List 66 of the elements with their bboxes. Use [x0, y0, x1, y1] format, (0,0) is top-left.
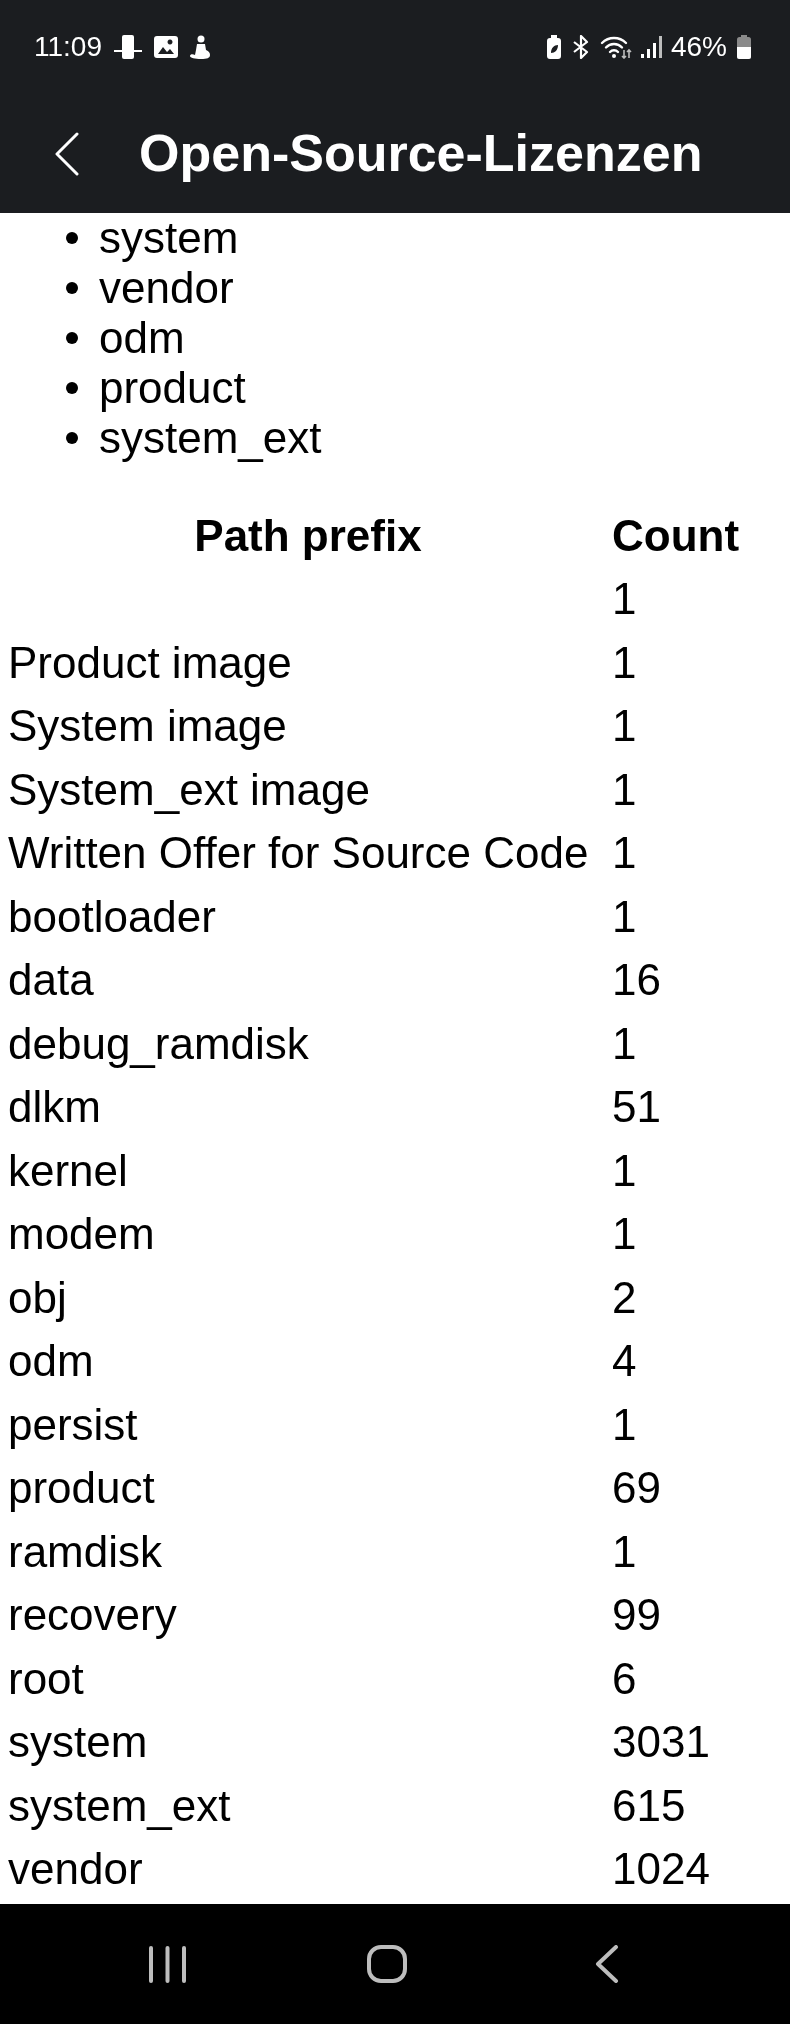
table-cell-text: root: [8, 1653, 85, 1704]
page-title: Open-Source-Lizenzen: [139, 123, 703, 184]
table-cell-text: 1: [612, 1399, 638, 1450]
table-cell-text: 615: [612, 1780, 687, 1831]
battery-percent: 46%: [670, 33, 727, 61]
table-cell-text: 1: [612, 701, 638, 752]
table-cell-text: persist: [8, 1399, 139, 1450]
back-icon[interactable]: [595, 1945, 619, 1983]
person-icon: [190, 35, 210, 59]
table-cell-text: modem: [8, 1209, 156, 1260]
column-header: Path prefix: [193, 510, 423, 561]
table-cell-text: Product image: [8, 637, 293, 688]
table-cell-text: recovery: [8, 1590, 178, 1641]
table-cell-text: product: [8, 1463, 156, 1514]
table-cell-text: system: [8, 1717, 149, 1768]
table-cell-text: odm: [8, 1336, 95, 1387]
bullet-icon: [66, 332, 78, 344]
list-item: product: [99, 363, 246, 413]
table-cell-text: 99: [612, 1590, 662, 1641]
wifi-icon: [599, 35, 632, 59]
phone-icon: [114, 34, 142, 60]
table-cell-text: 1: [612, 1145, 638, 1196]
table-cell-text: 1: [612, 764, 638, 815]
table-cell-text: dlkm: [8, 1082, 102, 1133]
table-cell-text: 1: [612, 574, 638, 625]
bullet-icon: [66, 432, 78, 444]
signal-icon: [640, 36, 662, 58]
list-item: system: [99, 213, 239, 263]
table-cell-text: 6: [612, 1653, 638, 1704]
status-time: 11:09: [34, 33, 102, 61]
table-cell-text: 3031: [612, 1717, 711, 1768]
table-cell-text: kernel: [8, 1145, 129, 1196]
table-cell-text: ramdisk: [8, 1526, 164, 1577]
column-header: Count: [612, 510, 740, 561]
bullet-icon: [66, 382, 78, 394]
table-cell-text: System_ext image: [8, 764, 371, 815]
table-cell-text: System image: [8, 701, 288, 752]
bullet-icon: [66, 232, 78, 244]
table-cell-text: obj: [8, 1272, 68, 1323]
table-cell-text: 69: [612, 1463, 662, 1514]
table-cell-text: 1: [612, 828, 638, 879]
list-item: odm: [99, 313, 185, 363]
table-cell-text: Written Offer for Source Code: [8, 828, 590, 879]
list-item: system_ext: [99, 413, 322, 463]
bullet-icon: [66, 282, 78, 294]
table-cell-text: 1: [612, 1209, 638, 1260]
home-icon[interactable]: [367, 1945, 407, 1983]
table-cell-text: 2: [612, 1272, 638, 1323]
recent-apps-icon[interactable]: [148, 1945, 186, 1983]
image-icon: [154, 36, 178, 58]
table-cell-text: debug_ramdisk: [8, 1018, 310, 1069]
table-cell-text: 1: [612, 891, 638, 942]
table-cell-text: 1024: [612, 1844, 711, 1895]
table-cell-text: data: [8, 955, 95, 1006]
table-cell-text: 1: [612, 1018, 638, 1069]
list-item: vendor: [99, 263, 234, 313]
table-cell-text: vendor: [8, 1844, 144, 1895]
table-cell-text: bootloader: [8, 891, 217, 942]
table-cell-text: 16: [612, 955, 662, 1006]
table-cell-text: 51: [612, 1082, 662, 1133]
battery-icon: [736, 35, 752, 59]
table-cell-text: 4: [612, 1336, 638, 1387]
table-cell-text: 1: [612, 1526, 638, 1577]
battery-leaf-icon: [545, 35, 562, 59]
table-cell-text: 1: [612, 637, 638, 688]
table-cell-text: system_ext: [8, 1780, 232, 1831]
